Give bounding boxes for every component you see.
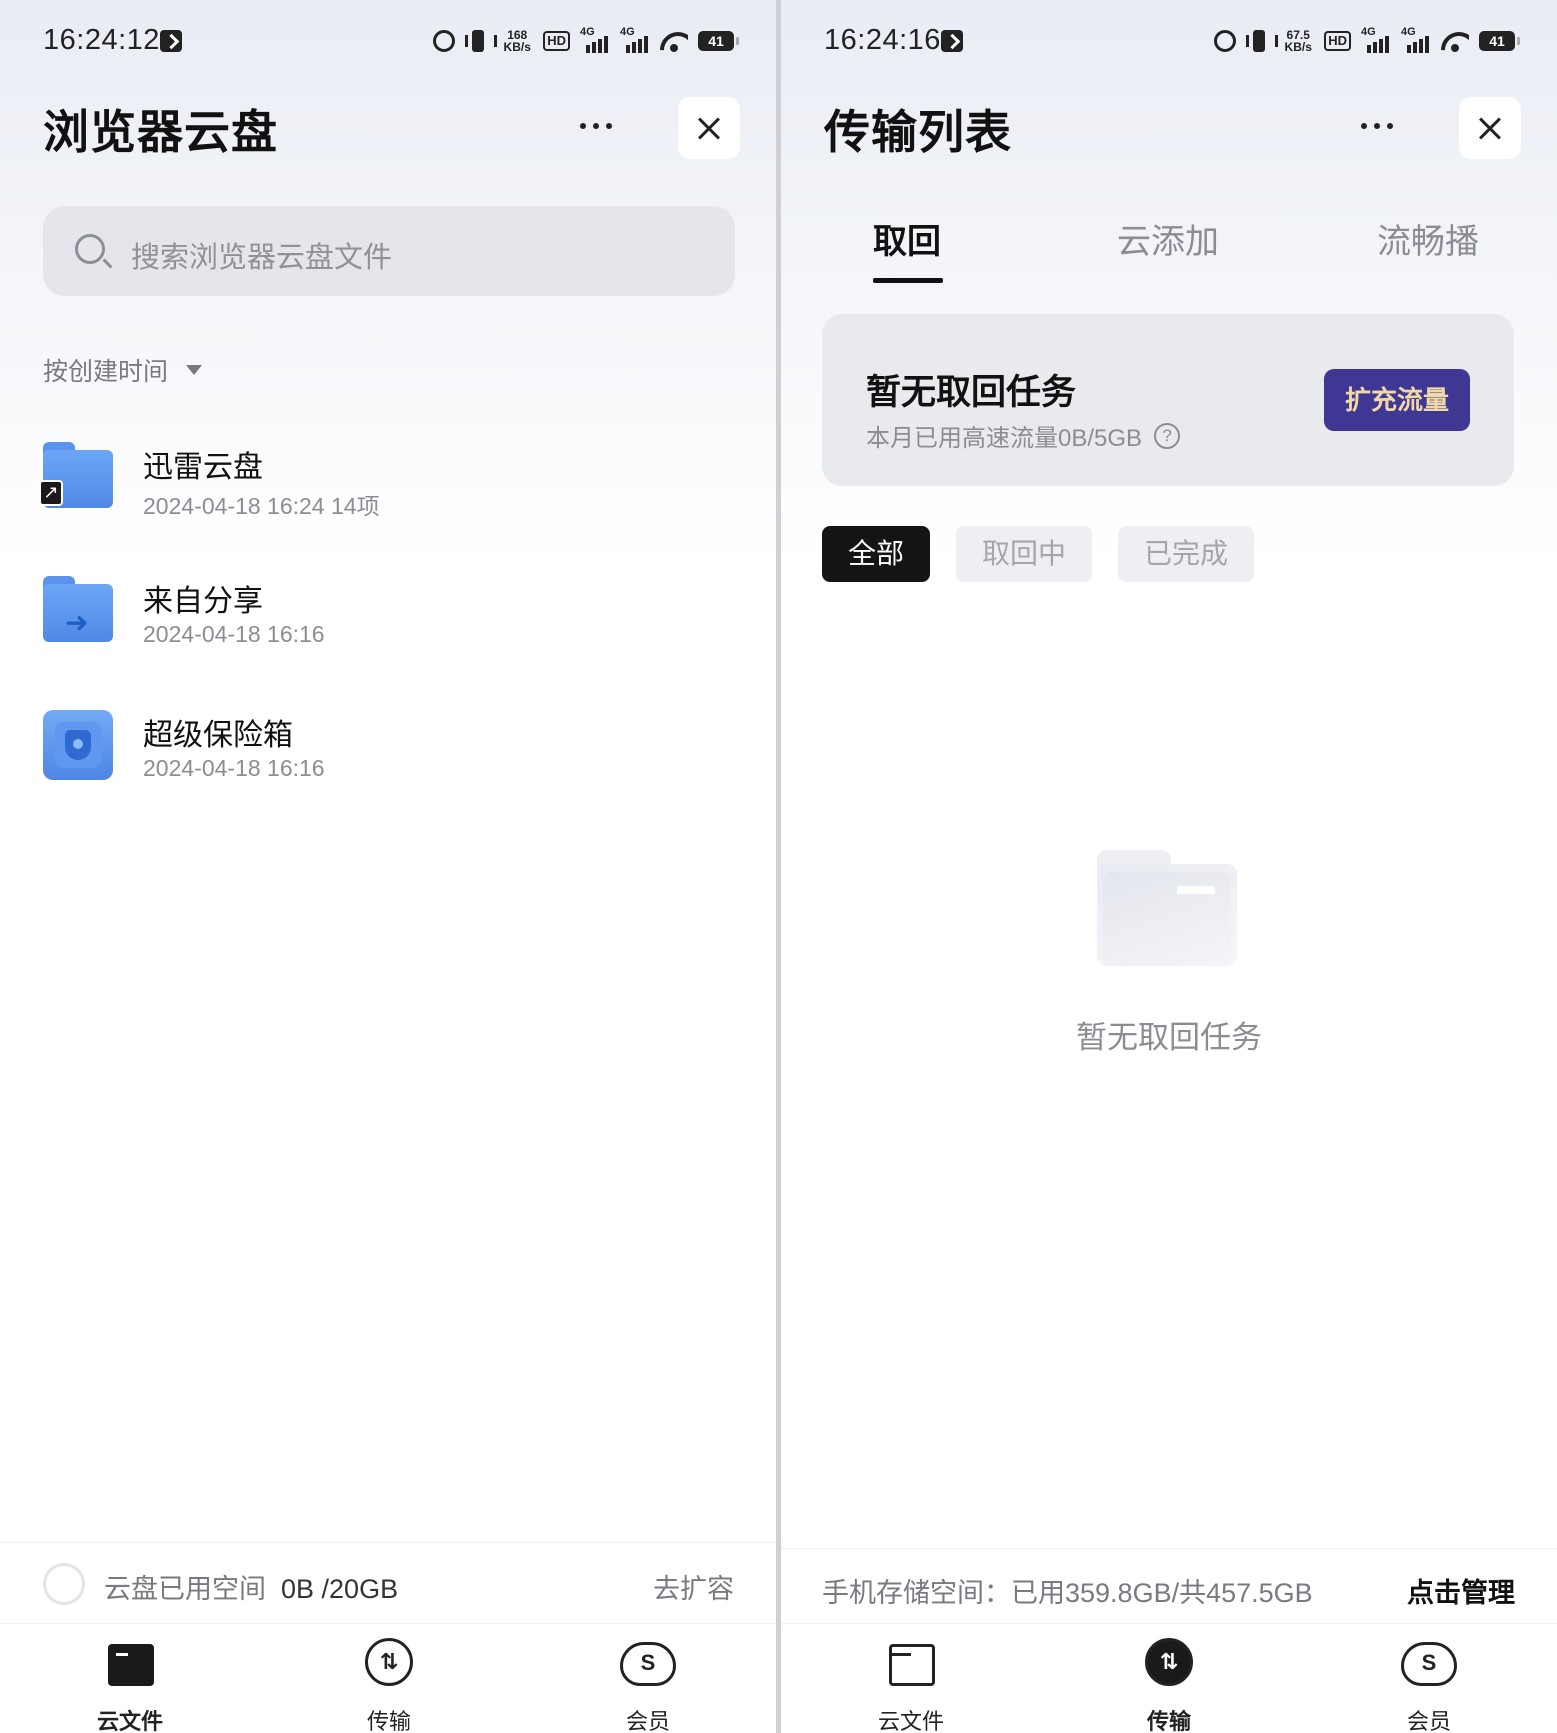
- active-tab-indicator: [873, 278, 943, 283]
- nav-transfer[interactable]: ⇅ 传输: [329, 1638, 449, 1733]
- hd-icon: HD: [1324, 31, 1351, 51]
- cloud-storage-bar: 云盘已用空间 0B /20GB 去扩容: [0, 1542, 776, 1622]
- storage-label: 云盘已用空间 0B /20GB: [104, 1574, 399, 1604]
- bottom-nav: 云文件 ⇅ 传输 S 会员: [0, 1623, 776, 1733]
- status-icons: 168 KB/s HD 4G 4G 41: [433, 26, 739, 56]
- status-icons: 67.5 KB/s HD 4G 4G 41: [1214, 26, 1520, 56]
- list-item[interactable]: ↗ 迅雷云盘 2024-04-18 16:24 14项: [39, 432, 743, 522]
- status-time: 16:24:16: [824, 24, 941, 56]
- quota-subtitle: 本月已用高速流量0B/5GB ?: [866, 418, 1181, 453]
- signal-icon-2: 4G: [620, 26, 650, 53]
- transfer-icon: ⇅: [365, 1638, 413, 1686]
- battery-icon: 41: [1479, 31, 1520, 51]
- battery-icon: 41: [698, 31, 739, 51]
- search-input[interactable]: 搜索浏览器云盘文件: [43, 206, 735, 296]
- alarm-icon: [1214, 30, 1237, 52]
- nav-cloud-files[interactable]: 云文件: [70, 1638, 190, 1733]
- sort-label: 按创建时间: [43, 358, 169, 386]
- notification-icon: [941, 30, 963, 52]
- wifi-icon: [1441, 30, 1469, 52]
- phone-storage-bar: 手机存储空间：已用359.8GB/共457.5GB 点击管理: [781, 1548, 1557, 1624]
- folder-icon: [108, 1644, 154, 1686]
- chip-completed[interactable]: 已完成: [1118, 526, 1254, 582]
- safe-box-icon: [43, 710, 113, 780]
- close-button[interactable]: [1459, 97, 1521, 159]
- nav-transfer[interactable]: ⇅ 传输: [1109, 1638, 1229, 1733]
- search-placeholder: 搜索浏览器云盘文件: [131, 242, 393, 274]
- transfer-tabs: 取回 云添加 流畅播: [781, 214, 1557, 284]
- page-title: 传输列表: [824, 106, 1012, 158]
- folder-shortcut-icon: ↗: [39, 442, 113, 512]
- search-icon: [75, 234, 105, 264]
- quota-card: 暂无取回任务 本月已用高速流量0B/5GB ? 扩充流量: [822, 314, 1514, 486]
- notification-icon: [160, 30, 182, 52]
- expand-storage-link[interactable]: 去扩容: [653, 1567, 734, 1606]
- shared-folder-icon: ➜: [43, 576, 113, 646]
- member-cloud-icon: S: [1401, 1642, 1457, 1686]
- network-speed: 67.5 KB/s: [1284, 28, 1312, 54]
- page-title: 浏览器云盘: [43, 106, 278, 158]
- file-meta: 2024-04-18 16:24 14项: [143, 493, 380, 519]
- help-icon[interactable]: ?: [1154, 422, 1181, 449]
- vibrate-icon: [465, 30, 498, 52]
- vibrate-icon: [1246, 30, 1279, 52]
- file-meta: 2024-04-18 16:16: [143, 755, 325, 781]
- wifi-icon: [660, 30, 688, 52]
- more-options-button[interactable]: [1347, 106, 1407, 146]
- status-time: 16:24:12: [43, 24, 160, 56]
- hd-icon: HD: [543, 31, 570, 51]
- cloud-drive-screen: 16:24:12 168 KB/s HD 4G 4G 41 浏览器云盘 搜索浏览器…: [0, 0, 776, 1733]
- nav-member[interactable]: S 会员: [1369, 1638, 1489, 1733]
- file-name: 超级保险箱: [143, 719, 293, 752]
- close-button[interactable]: [678, 97, 740, 159]
- sort-dropdown[interactable]: 按创建时间: [43, 352, 203, 388]
- caret-down-icon: [186, 365, 203, 375]
- list-item[interactable]: 超级保险箱 2024-04-18 16:16: [43, 700, 743, 790]
- expand-traffic-button[interactable]: 扩充流量: [1324, 369, 1470, 431]
- nav-cloud-files[interactable]: 云文件: [851, 1638, 971, 1733]
- more-options-button[interactable]: [566, 106, 626, 146]
- signal-icon-2: 4G: [1401, 26, 1431, 53]
- file-name: 迅雷云盘: [143, 451, 263, 484]
- tab-retrieve[interactable]: 取回: [873, 214, 941, 263]
- bottom-nav: 云文件 ⇅ 传输 S 会员: [781, 1623, 1557, 1733]
- nav-member[interactable]: S 会员: [588, 1638, 708, 1733]
- storage-ring-icon: [43, 1563, 85, 1605]
- signal-icon: 4G: [580, 26, 610, 53]
- signal-icon: 4G: [1361, 26, 1391, 53]
- chip-retrieving[interactable]: 取回中: [956, 526, 1092, 582]
- list-item[interactable]: ➜ 来自分享 2024-04-18 16:16: [43, 566, 743, 656]
- manage-storage-link[interactable]: 点击管理: [1407, 1571, 1515, 1610]
- status-bar: 16:24:16 67.5 KB/s HD 4G 4G 41: [781, 0, 1557, 84]
- transfer-icon: ⇅: [1145, 1638, 1193, 1686]
- chip-all[interactable]: 全部: [822, 526, 930, 582]
- quota-title: 暂无取回任务: [866, 373, 1077, 412]
- file-name: 来自分享: [143, 585, 263, 618]
- status-bar: 16:24:12 168 KB/s HD 4G 4G 41: [0, 0, 776, 84]
- tab-smooth-play[interactable]: 流畅播: [1377, 214, 1479, 263]
- network-speed: 168 KB/s: [503, 28, 531, 54]
- member-cloud-icon: S: [620, 1642, 676, 1686]
- empty-state-text: 暂无取回任务: [1076, 1020, 1262, 1055]
- transfer-list-screen: 16:24:16 67.5 KB/s HD 4G 4G 41 传输列表 取回 云添…: [781, 0, 1557, 1733]
- folder-icon: [889, 1644, 935, 1686]
- file-meta: 2024-04-18 16:16: [143, 621, 325, 647]
- empty-folder-icon: [1097, 850, 1237, 966]
- alarm-icon: [433, 30, 456, 52]
- phone-storage-text: 手机存储空间：已用359.8GB/共457.5GB: [822, 1578, 1313, 1608]
- tab-cloud-add[interactable]: 云添加: [1117, 214, 1219, 263]
